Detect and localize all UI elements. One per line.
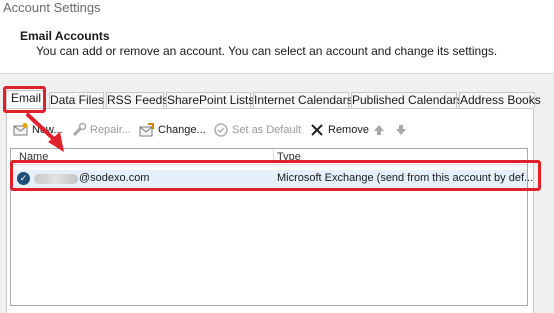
annotation-arrow [26, 113, 64, 152]
